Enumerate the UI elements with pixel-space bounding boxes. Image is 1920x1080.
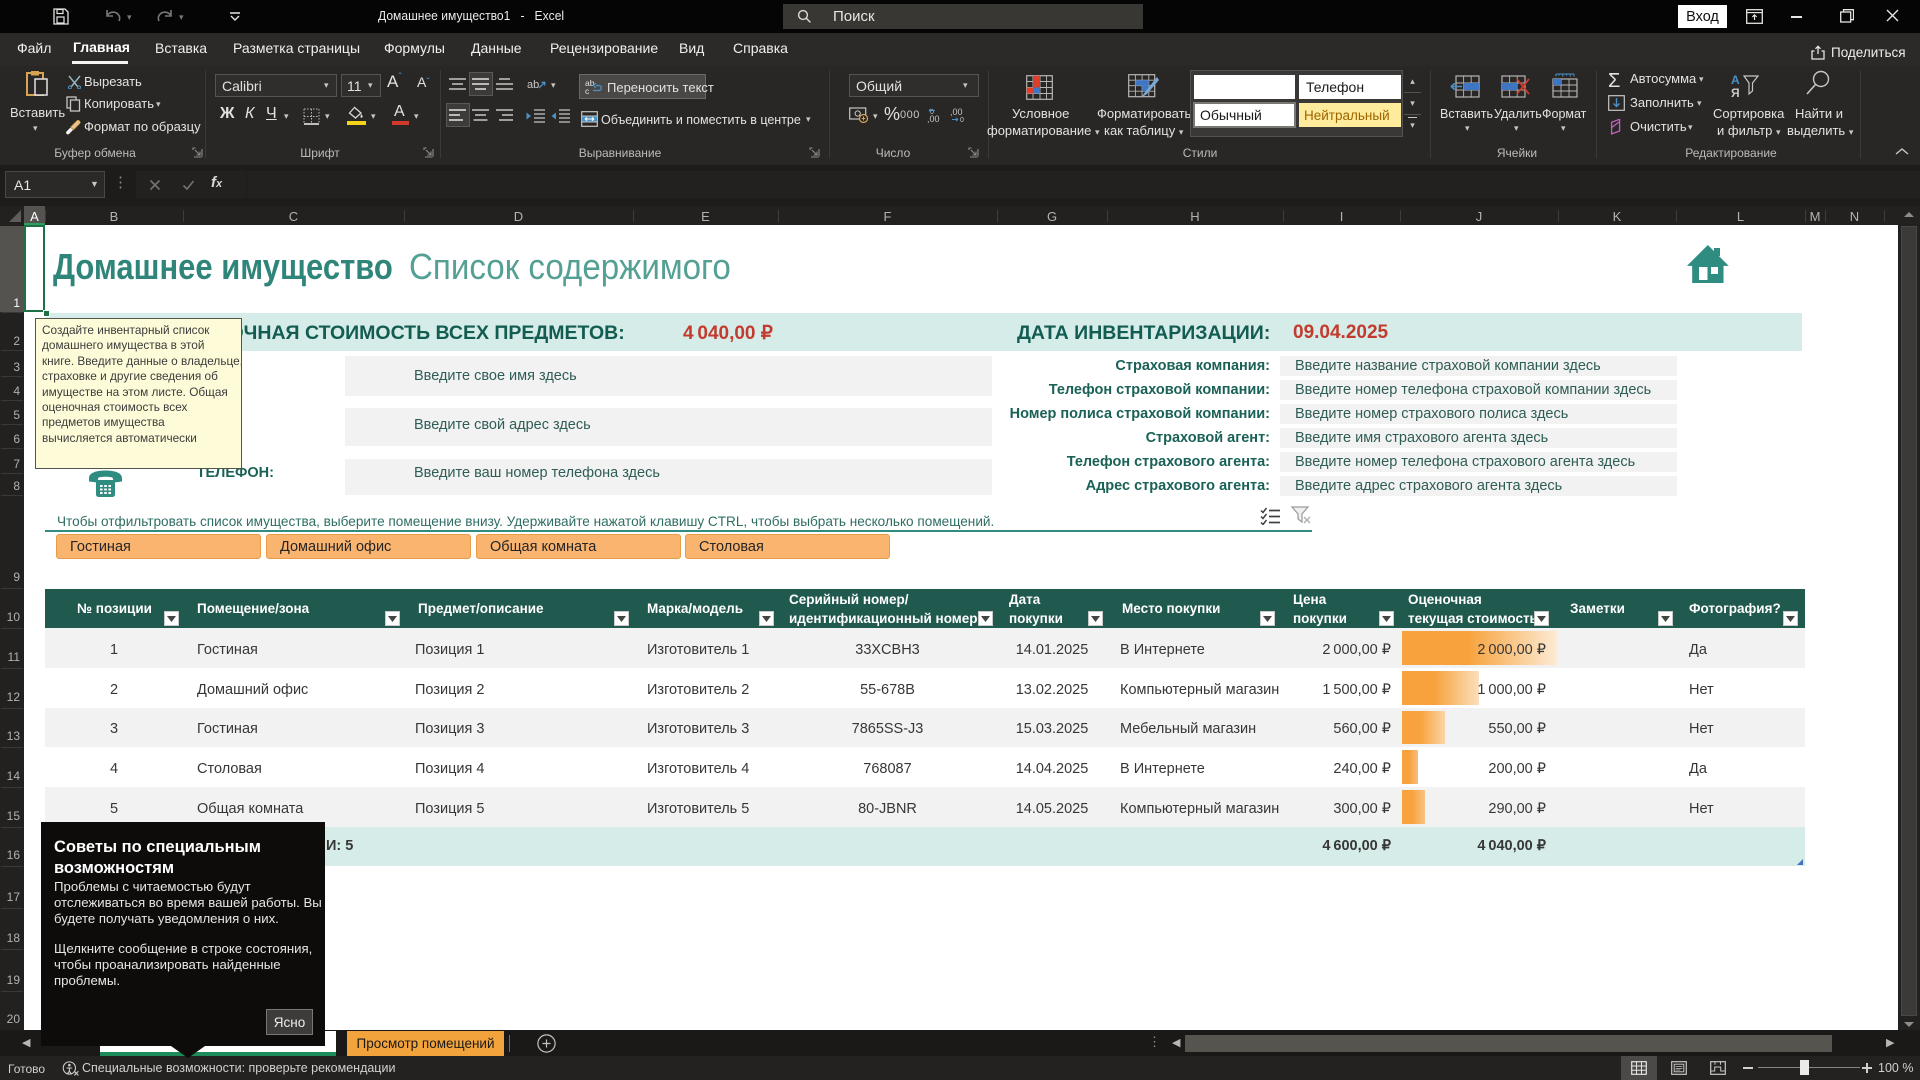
- svg-text:ab: ab: [527, 79, 539, 91]
- svg-text:А: А: [1731, 73, 1740, 87]
- svg-text:,00: ,00: [950, 107, 963, 117]
- svg-text:Я: Я: [1731, 86, 1740, 99]
- svg-text:0: 0: [960, 117, 964, 123]
